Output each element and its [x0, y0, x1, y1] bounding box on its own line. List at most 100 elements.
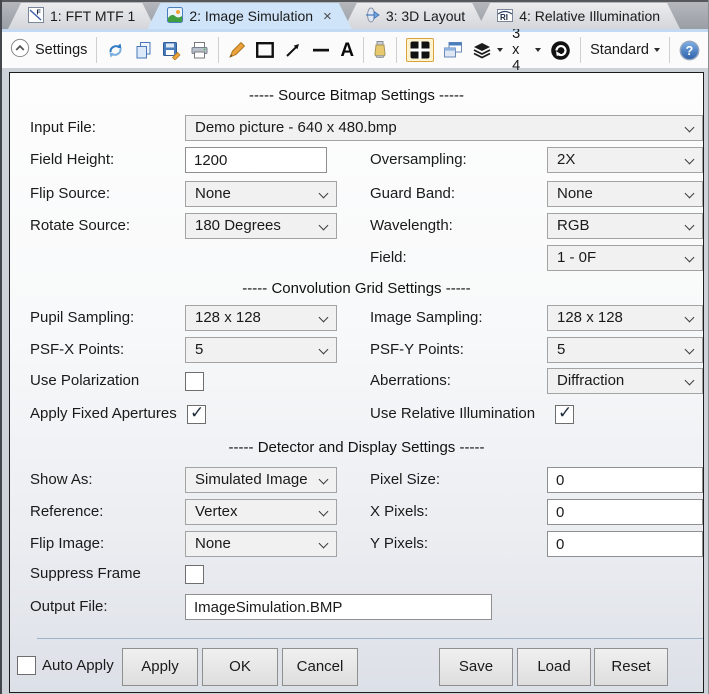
chevron-down-icon: [684, 154, 695, 165]
lens-icon: [364, 7, 380, 26]
chevron-down-icon: [654, 48, 660, 52]
oversampling-label: Oversampling:: [370, 151, 467, 168]
convolution-section-title: ----- Convolution Grid Settings -----: [242, 280, 471, 297]
tab-3d-layout[interactable]: 3: 3D Layout: [344, 3, 485, 29]
y-pixels-label: Y Pixels:: [370, 535, 429, 552]
aberrations-dropdown[interactable]: Diffraction: [547, 368, 703, 394]
lamp-icon[interactable]: [373, 40, 387, 60]
rectangle-annotate-icon[interactable]: [255, 41, 275, 59]
settings-panel: ----- Source Bitmap Settings ----- Input…: [9, 72, 704, 693]
fft-plot-icon: F: [28, 7, 44, 26]
reset-button[interactable]: Reset: [594, 648, 668, 686]
flip-source-dropdown[interactable]: None: [185, 181, 337, 207]
show-as-label: Show As:: [30, 471, 93, 488]
wavelength-label: Wavelength:: [370, 217, 453, 234]
arrow-annotate-icon[interactable]: [284, 41, 302, 59]
suppress-frame-label: Suppress Frame: [30, 565, 141, 582]
auto-update-icon[interactable]: [550, 40, 571, 61]
image-sampling-label: Image Sampling:: [370, 309, 483, 326]
output-file-label: Output File:: [30, 598, 108, 615]
aberrations-label: Aberrations:: [370, 372, 451, 389]
tab-label: 1: FFT MTF 1: [50, 8, 136, 24]
show-as-dropdown[interactable]: Simulated Image: [185, 467, 337, 493]
chevron-down-icon: [318, 188, 329, 199]
tab-fft-mtf[interactable]: F 1: FFT MTF 1: [8, 3, 155, 29]
x-pixels-input[interactable]: [547, 499, 703, 525]
print-icon[interactable]: [190, 41, 209, 60]
flip-image-label: Flip Image:: [30, 535, 105, 552]
use-polarization-checkbox[interactable]: [185, 372, 204, 391]
chevron-down-icon: [684, 220, 695, 231]
help-icon[interactable]: ?: [679, 40, 700, 61]
chevron-down-icon: [684, 375, 695, 386]
reference-label: Reference:: [30, 503, 104, 520]
apply-fixed-apertures-checkbox[interactable]: ✓: [187, 403, 206, 424]
flip-image-dropdown[interactable]: None: [185, 531, 337, 557]
tab-relative-illumination[interactable]: RI 4: Relative Illumination: [477, 3, 680, 29]
wavelength-dropdown[interactable]: RGB: [547, 213, 703, 239]
apply-button[interactable]: Apply: [122, 648, 198, 686]
use-relative-illumination-checkbox[interactable]: ✓: [555, 403, 574, 424]
chevron-down-icon: [497, 48, 504, 52]
y-pixels-input[interactable]: [547, 531, 703, 557]
ri-icon: RI: [497, 7, 513, 26]
chevron-down-icon: [318, 538, 329, 549]
chevron-down-icon: [684, 188, 695, 199]
separator: [96, 37, 98, 63]
guard-band-dropdown[interactable]: None: [547, 181, 703, 207]
use-polarization-label: Use Polarization: [30, 372, 140, 389]
separator: [669, 37, 670, 63]
grid-size-dropdown[interactable]: 3 x 4: [512, 26, 542, 74]
field-height-input[interactable]: [185, 147, 327, 173]
guard-band-label: Guard Band:: [370, 185, 456, 202]
quad-view-button[interactable]: [406, 38, 435, 62]
suppress-frame-checkbox[interactable]: [185, 565, 204, 584]
psf-y-points-dropdown[interactable]: 5: [547, 337, 703, 363]
image-sampling-dropdown[interactable]: 128 x 128: [547, 305, 703, 331]
settings-collapse-button[interactable]: Settings: [10, 38, 87, 62]
field-label: Field:: [370, 249, 407, 266]
tab-image-simulation[interactable]: 2: Image Simulation ×: [147, 3, 352, 29]
chevron-down-icon: [684, 312, 695, 323]
pencil-annotate-icon[interactable]: [228, 41, 246, 59]
refresh-icon[interactable]: [106, 41, 125, 60]
toolbar: Settings A 3 x 4 Standard ?: [2, 26, 708, 74]
display-mode-value: Standard: [590, 42, 649, 58]
tab-bar: F 1: FFT MTF 1 2: Image Simulation × 3: …: [2, 0, 708, 29]
window-cascade-icon[interactable]: [443, 41, 463, 59]
tab-label: 3: 3D Layout: [385, 8, 466, 24]
copy-icon[interactable]: [134, 41, 153, 60]
svg-text:RI: RI: [500, 13, 508, 22]
separator: [396, 37, 398, 63]
settings-label: Settings: [35, 42, 88, 58]
close-icon[interactable]: ×: [323, 9, 332, 24]
layers-stack-icon[interactable]: [472, 42, 504, 59]
save-button[interactable]: Save: [439, 648, 513, 686]
text-annotate-icon[interactable]: A: [340, 41, 354, 60]
reference-dropdown[interactable]: Vertex: [185, 499, 337, 525]
input-file-label: Input File:: [30, 119, 96, 136]
pixel-size-input[interactable]: [547, 467, 703, 493]
oversampling-dropdown[interactable]: 2X: [547, 147, 703, 173]
field-dropdown[interactable]: 1 - 0F: [547, 245, 703, 271]
save-image-icon[interactable]: [162, 41, 181, 60]
chevron-down-icon: [318, 344, 329, 355]
cancel-button[interactable]: Cancel: [282, 648, 358, 686]
footer-divider: [37, 638, 703, 639]
use-relative-illumination-label: Use Relative Illumination: [370, 405, 536, 422]
load-button[interactable]: Load: [517, 648, 591, 686]
image-simulation-window: F 1: FFT MTF 1 2: Image Simulation × 3: …: [0, 0, 709, 694]
display-mode-dropdown[interactable]: Standard: [590, 42, 660, 58]
rotate-source-label: Rotate Source:: [30, 217, 131, 234]
auto-apply-label: Auto Apply: [42, 657, 114, 674]
pupil-sampling-label: Pupil Sampling:: [30, 309, 135, 326]
psf-x-points-dropdown[interactable]: 5: [185, 337, 337, 363]
pupil-sampling-dropdown[interactable]: 128 x 128: [185, 305, 337, 331]
rotate-source-dropdown[interactable]: 180 Degrees: [185, 213, 337, 239]
input-file-dropdown[interactable]: Demo picture - 640 x 480.bmp: [185, 115, 703, 141]
ok-button[interactable]: OK: [202, 648, 278, 686]
output-file-input[interactable]: [185, 594, 492, 620]
line-annotate-icon[interactable]: [311, 41, 331, 59]
auto-apply-checkbox[interactable]: [17, 656, 36, 675]
chevron-up-circle-icon: [10, 38, 30, 62]
